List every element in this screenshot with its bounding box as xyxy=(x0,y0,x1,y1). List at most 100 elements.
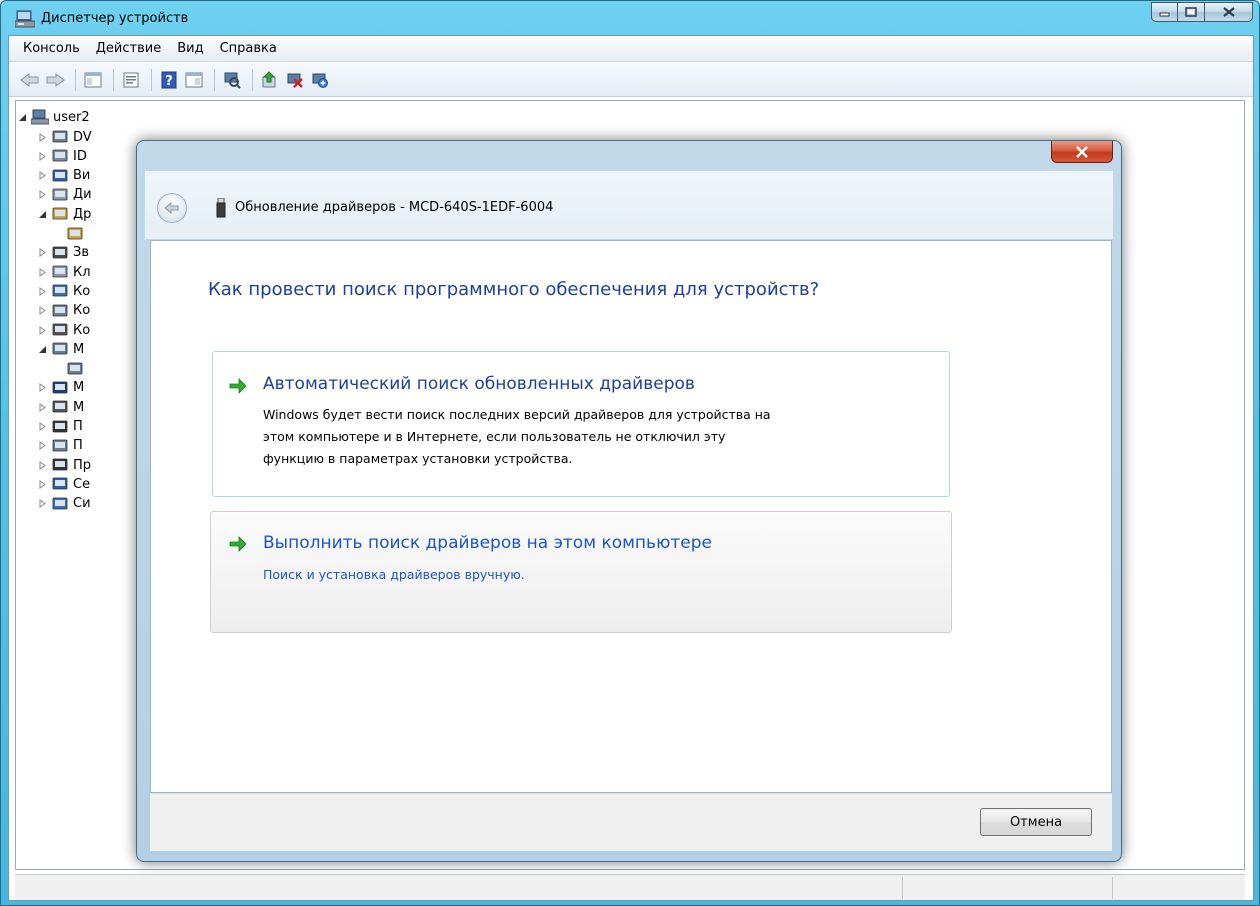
tree-category-row[interactable]: М xyxy=(38,378,84,398)
toolbar-separator xyxy=(151,68,152,91)
help-button[interactable]: ? xyxy=(158,69,180,91)
tree-category-row[interactable]: Др xyxy=(38,204,91,224)
dialog-question: Как провести поиск программного обеспече… xyxy=(208,279,820,300)
tree-category-row[interactable]: М xyxy=(38,397,84,417)
tree-category-row[interactable]: Ко xyxy=(38,281,90,301)
back-arrow-icon xyxy=(20,72,39,87)
tree-device-row[interactable] xyxy=(66,359,88,379)
auto-desc-line-3: функцию в параметрах установки устройств… xyxy=(263,451,573,466)
tree-category-row[interactable]: Пр xyxy=(38,455,91,475)
uninstall-button[interactable] xyxy=(284,69,306,91)
tree-item-label: Ви xyxy=(73,168,91,184)
tree-item-label: Си xyxy=(73,496,91,512)
cancel-button[interactable]: Отмена xyxy=(980,808,1092,836)
tree-category-row[interactable]: Си xyxy=(38,494,91,514)
main-titlebar[interactable]: Диспетчер устройств xyxy=(1,1,1259,35)
tree-category-row[interactable]: Ди xyxy=(38,185,92,205)
expand-icon[interactable] xyxy=(38,422,47,431)
expand-icon[interactable] xyxy=(38,190,47,200)
caption-buttons xyxy=(1151,2,1253,22)
scan-hardware-button[interactable] xyxy=(221,69,243,91)
tree-item-label: Кл xyxy=(73,264,91,280)
maximize-button[interactable] xyxy=(1178,2,1205,22)
device-category-icon xyxy=(52,207,68,220)
expand-icon[interactable] xyxy=(38,383,47,393)
expand-icon[interactable] xyxy=(38,248,47,258)
help-icon: ? xyxy=(161,71,177,89)
tree-category-row[interactable]: П xyxy=(38,417,83,437)
expand-icon[interactable] xyxy=(38,132,47,142)
device-category-icon xyxy=(52,130,68,143)
enable-device-button[interactable] xyxy=(309,69,331,91)
tree-category-row[interactable]: М xyxy=(38,339,84,359)
menu-view[interactable]: Вид xyxy=(169,41,211,56)
close-icon xyxy=(1222,7,1235,17)
tree-category-row[interactable]: Се xyxy=(38,474,90,494)
show-hide-tree-button[interactable] xyxy=(82,69,104,91)
update-driver-dialog: Обновление драйверов - MCD-640S-1EDF-600… xyxy=(136,140,1122,862)
collapse-icon[interactable] xyxy=(38,345,47,354)
tree-category-row[interactable]: Зв xyxy=(38,243,89,263)
update-driver-button[interactable] xyxy=(259,69,281,91)
dialog-header: Обновление драйверов - MCD-640S-1EDF-600… xyxy=(145,171,1113,239)
tree-root[interactable]: user2 xyxy=(18,107,90,127)
action-pane-button[interactable] xyxy=(183,69,205,91)
tree-category-row[interactable]: Ко xyxy=(38,320,90,340)
tree-item-label: Ко xyxy=(73,283,91,299)
tree-device-row[interactable] xyxy=(66,224,88,244)
expand-icon[interactable] xyxy=(38,306,47,316)
expand-icon[interactable] xyxy=(38,267,47,277)
properties-button[interactable] xyxy=(120,69,142,91)
dialog-footer: Отмена xyxy=(150,793,1112,851)
expand-icon[interactable] xyxy=(38,171,47,181)
maximize-icon xyxy=(1185,7,1197,17)
collapse-icon[interactable] xyxy=(18,113,27,122)
tree-category-row[interactable]: ID xyxy=(38,146,87,166)
collapse-icon[interactable] xyxy=(38,210,47,219)
manual-search-option[interactable]: Выполнить поиск драйверов на этом компью… xyxy=(210,511,952,633)
tree-item-label: ID xyxy=(73,148,87,164)
auto-search-title: Автоматический поиск обновленных драйвер… xyxy=(263,374,695,394)
expand-icon[interactable] xyxy=(38,286,47,296)
properties-icon xyxy=(123,72,139,87)
close-icon xyxy=(1076,145,1088,158)
tree-category-row[interactable]: Ко xyxy=(38,301,90,321)
menu-console[interactable]: Консоль xyxy=(15,41,88,56)
device-category-icon xyxy=(52,149,68,162)
tree-category-row[interactable]: П xyxy=(38,436,83,456)
device-icon xyxy=(67,362,83,374)
tree-category-row[interactable]: Кл xyxy=(38,262,91,282)
tree-root-label: user2 xyxy=(53,109,90,125)
statusbar xyxy=(15,874,1245,900)
auto-search-option[interactable]: Автоматический поиск обновленных драйвер… xyxy=(212,351,950,497)
tree-item-label: Ди xyxy=(73,187,92,203)
back-button[interactable] xyxy=(19,69,41,91)
expand-icon[interactable] xyxy=(38,402,47,412)
device-category-icon xyxy=(52,304,68,317)
action-pane-icon xyxy=(185,72,203,87)
expand-icon[interactable] xyxy=(38,325,47,335)
expand-icon[interactable] xyxy=(38,499,47,509)
manual-search-description: Поиск и установка драйверов вручную. xyxy=(263,567,525,582)
dialog-title: Обновление драйверов - MCD-640S-1EDF-600… xyxy=(235,200,554,215)
expand-icon[interactable] xyxy=(38,460,47,470)
forward-button[interactable] xyxy=(44,69,66,91)
menu-help[interactable]: Справка xyxy=(212,41,285,56)
tree-category-row[interactable]: DV xyxy=(38,127,92,147)
usb-device-icon xyxy=(216,198,226,218)
toolbar-separator xyxy=(113,68,114,91)
menubar: Консоль Действие Вид Справка xyxy=(9,36,1253,62)
minimize-button[interactable] xyxy=(1151,2,1178,22)
expand-icon[interactable] xyxy=(38,479,47,489)
dialog-close-button[interactable] xyxy=(1051,141,1113,163)
expand-icon[interactable] xyxy=(38,151,47,161)
expand-icon[interactable] xyxy=(38,441,47,451)
tree-category-row[interactable]: Ви xyxy=(38,166,90,186)
device-category-icon xyxy=(52,246,68,259)
tree-item-label: Зв xyxy=(73,245,89,261)
menu-action[interactable]: Действие xyxy=(88,41,169,56)
device-category-icon xyxy=(52,477,68,490)
dialog-back-button[interactable] xyxy=(157,193,187,223)
update-driver-icon xyxy=(262,70,276,87)
main-close-button[interactable] xyxy=(1205,2,1253,22)
